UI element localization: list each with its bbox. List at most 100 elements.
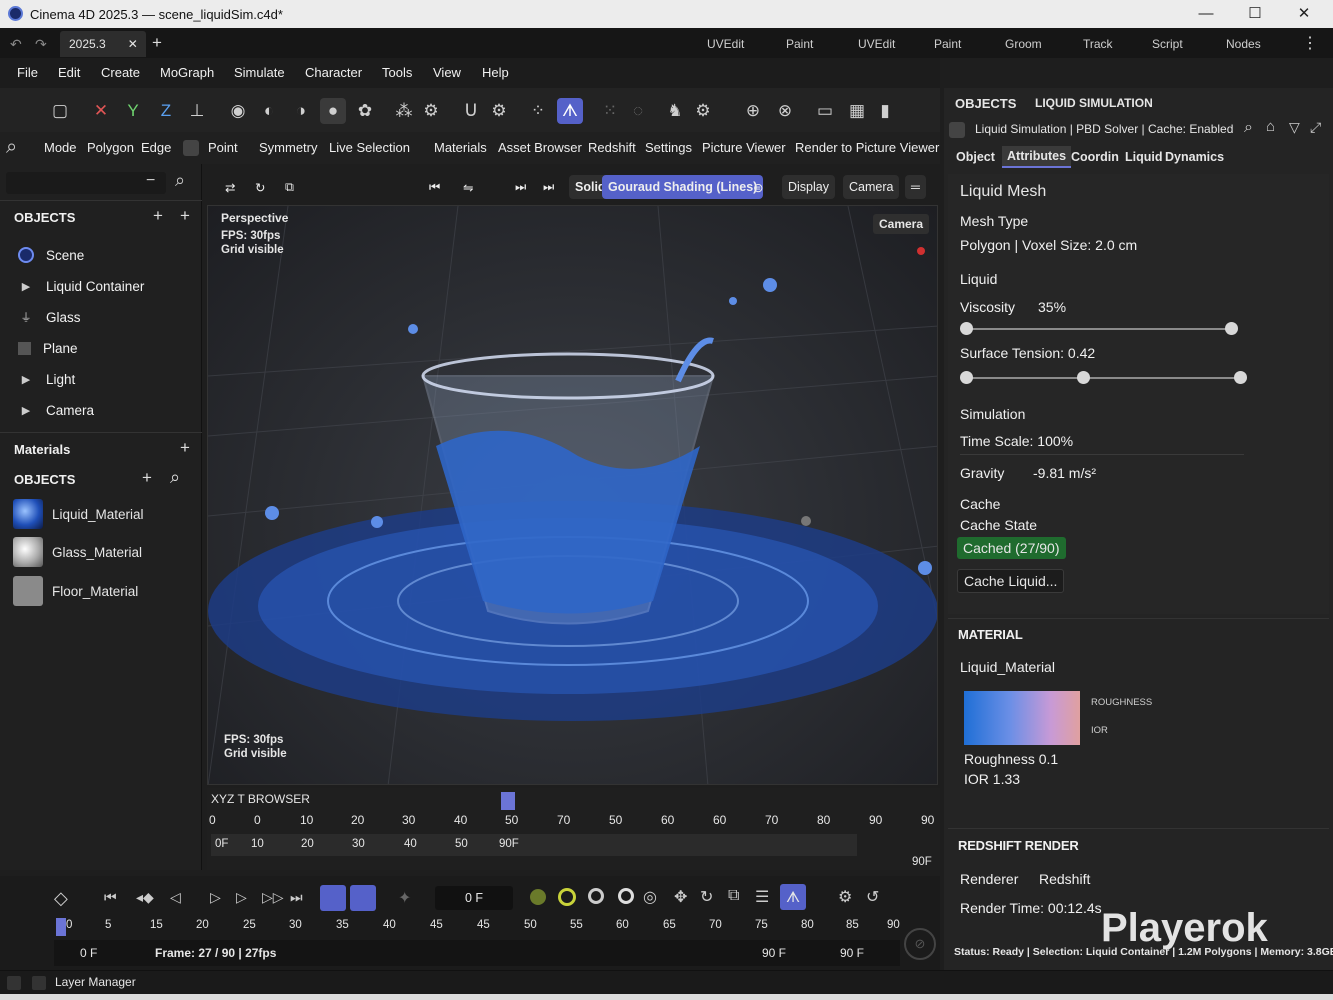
axis-x-icon[interactable]: ✕ <box>88 98 114 124</box>
move-tool-icon[interactable]: ⇄ <box>219 175 241 199</box>
layer-toggle-icon[interactable] <box>7 976 21 990</box>
key-position-icon[interactable] <box>530 889 546 905</box>
viscosity-slider[interactable] <box>960 322 1238 335</box>
xyzt-track[interactable]: 0F 10 20 30 40 50 90F <box>211 834 857 856</box>
perspective-viewport[interactable]: Perspective FPS: 30fps Grid visible Came… <box>207 205 938 785</box>
add-object-plus-icon[interactable]: + <box>153 206 163 226</box>
next-frame-icon[interactable]: ▷ <box>236 889 247 906</box>
mograph-cloner-icon[interactable]: ⁂ <box>391 98 417 124</box>
surface-tension-knob[interactable] <box>1077 371 1090 384</box>
add-icon[interactable]: + <box>142 468 152 488</box>
liquid-tool-icon[interactable]: ᗑ <box>557 98 583 124</box>
record-keys-icon[interactable] <box>320 885 346 911</box>
subtab-attributes[interactable]: Attributes <box>1002 146 1072 168</box>
redshift-button[interactable]: Redshift <box>588 140 636 155</box>
camera-pan-icon[interactable]: ⇋ <box>457 175 479 199</box>
auto-key-icon[interactable] <box>350 885 376 911</box>
expand-arrow-icon[interactable]: ▶ <box>18 278 34 294</box>
magnet-icon[interactable]: Ս <box>458 98 484 124</box>
go-to-end-icon[interactable]: ⏭ <box>290 889 303 906</box>
add-object-icon[interactable]: ⊕ <box>740 98 766 124</box>
object-row-plane[interactable]: Plane <box>18 336 204 360</box>
camera-button[interactable]: Camera <box>843 175 900 199</box>
layout-tab-paint[interactable]: Paint <box>786 37 813 51</box>
time-scale-field[interactable]: Time Scale: 100% <box>960 433 1073 449</box>
timeline-range-bar[interactable]: 0 F Frame: 27 / 90 | 27fps 90 F 90 F <box>54 940 900 966</box>
expand-arrow-icon[interactable]: ▶ <box>18 402 34 418</box>
go-to-start-icon[interactable]: ⏮ <box>104 889 117 906</box>
redo-icon[interactable]: ↷ <box>35 36 47 53</box>
menu-mograph[interactable]: MoGraph <box>160 65 214 80</box>
prev-frame-icon[interactable]: ◁ <box>170 889 181 906</box>
document-tab[interactable]: 2025.3 ✕ <box>60 31 146 57</box>
settings-button[interactable]: Settings <box>645 140 692 155</box>
scale-tool-icon[interactable]: ⧉ <box>279 175 300 199</box>
more-options-icon[interactable]: ⋮ <box>1302 33 1318 53</box>
snap-settings-icon[interactable]: ⚙ <box>486 98 512 124</box>
viscosity-value[interactable]: 35% <box>1038 299 1066 315</box>
symmetry-button[interactable]: Symmetry <box>259 140 318 155</box>
gravity-value[interactable]: -9.81 m/s² <box>1033 465 1096 481</box>
render-queue-icon[interactable]: ▮ <box>872 98 898 124</box>
display-button[interactable]: Display <box>782 175 835 199</box>
ghost-icon[interactable]: ⊘ <box>904 928 936 960</box>
subtab-dynamics[interactable]: Dynamics <box>1165 150 1224 164</box>
move-key-icon[interactable]: ✥ <box>674 887 687 907</box>
menu-help[interactable]: Help <box>482 65 509 80</box>
ior-value[interactable]: IOR 1.33 <box>964 771 1020 787</box>
layout-tab-script[interactable]: Script <box>1152 37 1183 51</box>
display-filter-icon[interactable]: ⊜ <box>747 175 769 199</box>
edge-mode-button[interactable]: Edge <box>141 140 171 155</box>
material-row-floor[interactable]: Floor_Material <box>13 576 138 606</box>
material-row-glass[interactable]: Glass_Material <box>13 537 142 567</box>
object-search-icon[interactable]: ⌕ <box>175 170 185 191</box>
render-settings-icon[interactable]: ▭ <box>812 98 838 124</box>
render-to-picture-viewer-button[interactable]: Render to Picture Viewer <box>795 140 939 155</box>
tab-liquid-simulation[interactable]: LIQUID SIMULATION <box>1035 96 1153 110</box>
asset-browser-button[interactable]: Asset Browser <box>498 140 582 155</box>
layout-tab-groom[interactable]: Groom <box>1005 37 1042 51</box>
go-start-icon[interactable]: ⏮ <box>423 175 446 199</box>
subtab-coordinates[interactable]: Coordin <box>1071 150 1119 164</box>
menu-create[interactable]: Create <box>101 65 140 80</box>
grid-array-icon[interactable]: ⁘ <box>525 98 551 124</box>
object-row-glass[interactable]: ⏚ Glass <box>18 305 204 329</box>
cache-liquid-button[interactable]: Cache Liquid... <box>957 569 1065 593</box>
next-key-icon[interactable]: ▷▷ <box>262 889 284 906</box>
gouraud-shading-button[interactable]: Gouraud Shading (Lines) <box>602 175 764 199</box>
maximize-icon[interactable]: ☐ <box>1245 4 1265 24</box>
timeline-playhead[interactable] <box>56 918 66 936</box>
render-view-icon[interactable]: ◐ <box>256 98 282 124</box>
keyframe-icon[interactable]: ◇ <box>54 888 68 909</box>
rotate-tool-icon[interactable]: ↻ <box>249 175 271 199</box>
current-frame-field[interactable]: 0 F <box>435 886 513 910</box>
xyzt-ruler-top[interactable]: 0 0 10 20 30 40 50 70 50 60 60 70 80 90 … <box>207 812 940 832</box>
open-new-window-icon[interactable]: ⤢ <box>1310 119 1321 136</box>
layout-tab-uvedit-2[interactable]: UVEdit <box>858 37 895 51</box>
live-selection-button[interactable]: Live Selection <box>329 140 410 155</box>
search-icon[interactable]: ⌕ <box>6 136 17 159</box>
add-material-icon[interactable]: + <box>180 438 190 458</box>
layout-tab-nodes[interactable]: Nodes <box>1226 37 1261 51</box>
timeline-ruler[interactable]: 0 5 15 20 25 30 35 40 45 45 50 55 60 65 … <box>54 916 900 938</box>
sphere-primitive-icon[interactable]: ● <box>320 98 346 124</box>
prev-key-icon[interactable]: ◂◆ <box>136 889 154 906</box>
object-row-scene[interactable]: Scene <box>18 243 204 267</box>
render-active-icon[interactable]: ◑ <box>288 98 314 124</box>
picture-viewer-button[interactable]: Picture Viewer <box>702 140 786 155</box>
scale-key-icon[interactable]: ⧉ <box>728 887 739 905</box>
surface-tension-slider[interactable] <box>960 371 1247 384</box>
tab-objects[interactable]: OBJECTS <box>955 96 1016 111</box>
layout-tab-uvedit[interactable]: UVEdit <box>707 37 744 51</box>
close-icon[interactable]: ✕ <box>1294 4 1314 24</box>
deformer-settings-icon[interactable]: ⚙ <box>418 98 444 124</box>
viewport-menu-icon[interactable]: ═ <box>905 175 926 199</box>
menu-character[interactable]: Character <box>305 65 362 80</box>
end-icon[interactable]: ⏭ <box>537 175 560 199</box>
remove-object-icon[interactable]: ⊗ <box>772 98 798 124</box>
viewport-camera-button[interactable]: Camera <box>873 214 930 234</box>
menu-tools[interactable]: Tools <box>382 65 412 80</box>
axis-y-icon[interactable]: Y <box>120 98 146 124</box>
coordinate-system-icon[interactable]: ⊥ <box>184 98 210 124</box>
filter-icon[interactable]: ▽ <box>1289 119 1300 136</box>
